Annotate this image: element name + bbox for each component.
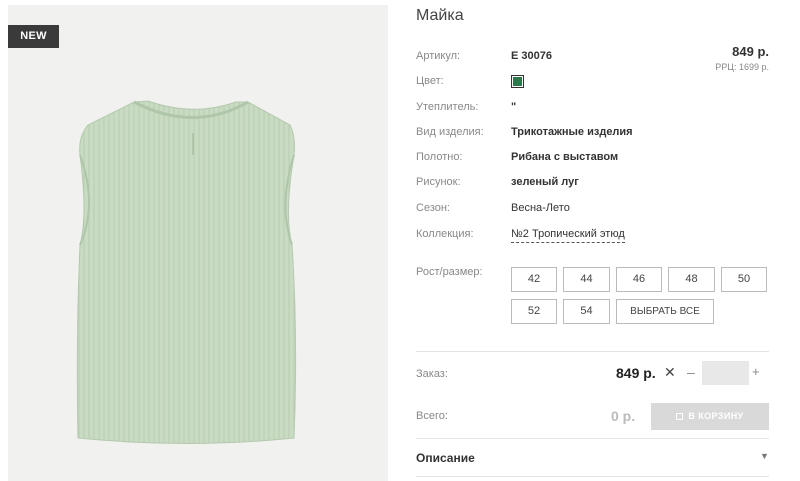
divider (416, 351, 769, 352)
type-label: Вид изделия: (416, 126, 484, 138)
pattern-label: Рисунок: (416, 176, 461, 188)
select-all-sizes-button[interactable]: ВЫБРАТЬ ВСЕ (616, 299, 714, 324)
recommended-price: РРЦ: 1699 р. (715, 62, 769, 72)
size-button-46[interactable]: 46 (616, 267, 662, 292)
size-button-54[interactable]: 54 (563, 299, 610, 324)
insulation-label: Утеплитель: (416, 101, 479, 113)
article-value: Е 30076 (511, 50, 552, 62)
multiply-icon: ✕ (664, 364, 676, 380)
size-button-42[interactable]: 42 (511, 267, 557, 292)
product-title: Майка (416, 7, 464, 24)
new-badge: NEW (8, 25, 59, 48)
pattern-value: зеленый луг (511, 176, 579, 188)
fabric-label: Полотно: (416, 151, 463, 163)
collection-link[interactable]: №2 Тропический этюд (511, 228, 625, 243)
color-swatch-fill (513, 77, 522, 86)
size-button-50[interactable]: 50 (721, 267, 767, 292)
product-image[interactable]: NEW (8, 5, 388, 481)
description-toggle[interactable]: Описание (416, 451, 475, 465)
size-button-44[interactable]: 44 (563, 267, 610, 292)
color-swatch[interactable] (511, 75, 524, 88)
product-price: 849 р. (732, 44, 769, 59)
total-value: 0 р. (611, 408, 636, 424)
type-value: Трикотажные изделия (511, 126, 633, 138)
tank-top-illustration (76, 100, 297, 444)
divider (416, 476, 769, 477)
collection-label: Коллекция: (416, 228, 474, 240)
insulation-value: " (511, 101, 517, 113)
add-to-cart-button[interactable]: В КОРЗИНУ (651, 403, 769, 430)
size-button-52[interactable]: 52 (511, 299, 557, 324)
increment-button[interactable]: + (752, 364, 760, 379)
season-value: Весна-Лето (511, 202, 570, 214)
order-unit-price: 849 р. (616, 365, 656, 381)
season-label: Сезон: (416, 202, 450, 214)
add-to-cart-label: В КОРЗИНУ (688, 411, 744, 421)
size-button-48[interactable]: 48 (668, 267, 715, 292)
order-label: Заказ: (416, 368, 448, 380)
chevron-down-icon[interactable]: ▼ (760, 451, 769, 461)
decrement-button[interactable]: – (687, 364, 695, 380)
quantity-input[interactable] (702, 361, 749, 385)
shopping-bag-icon (676, 413, 684, 420)
color-label: Цвет: (416, 75, 444, 87)
fabric-value: Рибана с выставом (511, 151, 619, 163)
total-label: Всего: (416, 410, 448, 422)
size-label: Рост/размер: (416, 266, 483, 278)
divider (416, 438, 769, 439)
article-label: Артикул: (416, 50, 461, 62)
